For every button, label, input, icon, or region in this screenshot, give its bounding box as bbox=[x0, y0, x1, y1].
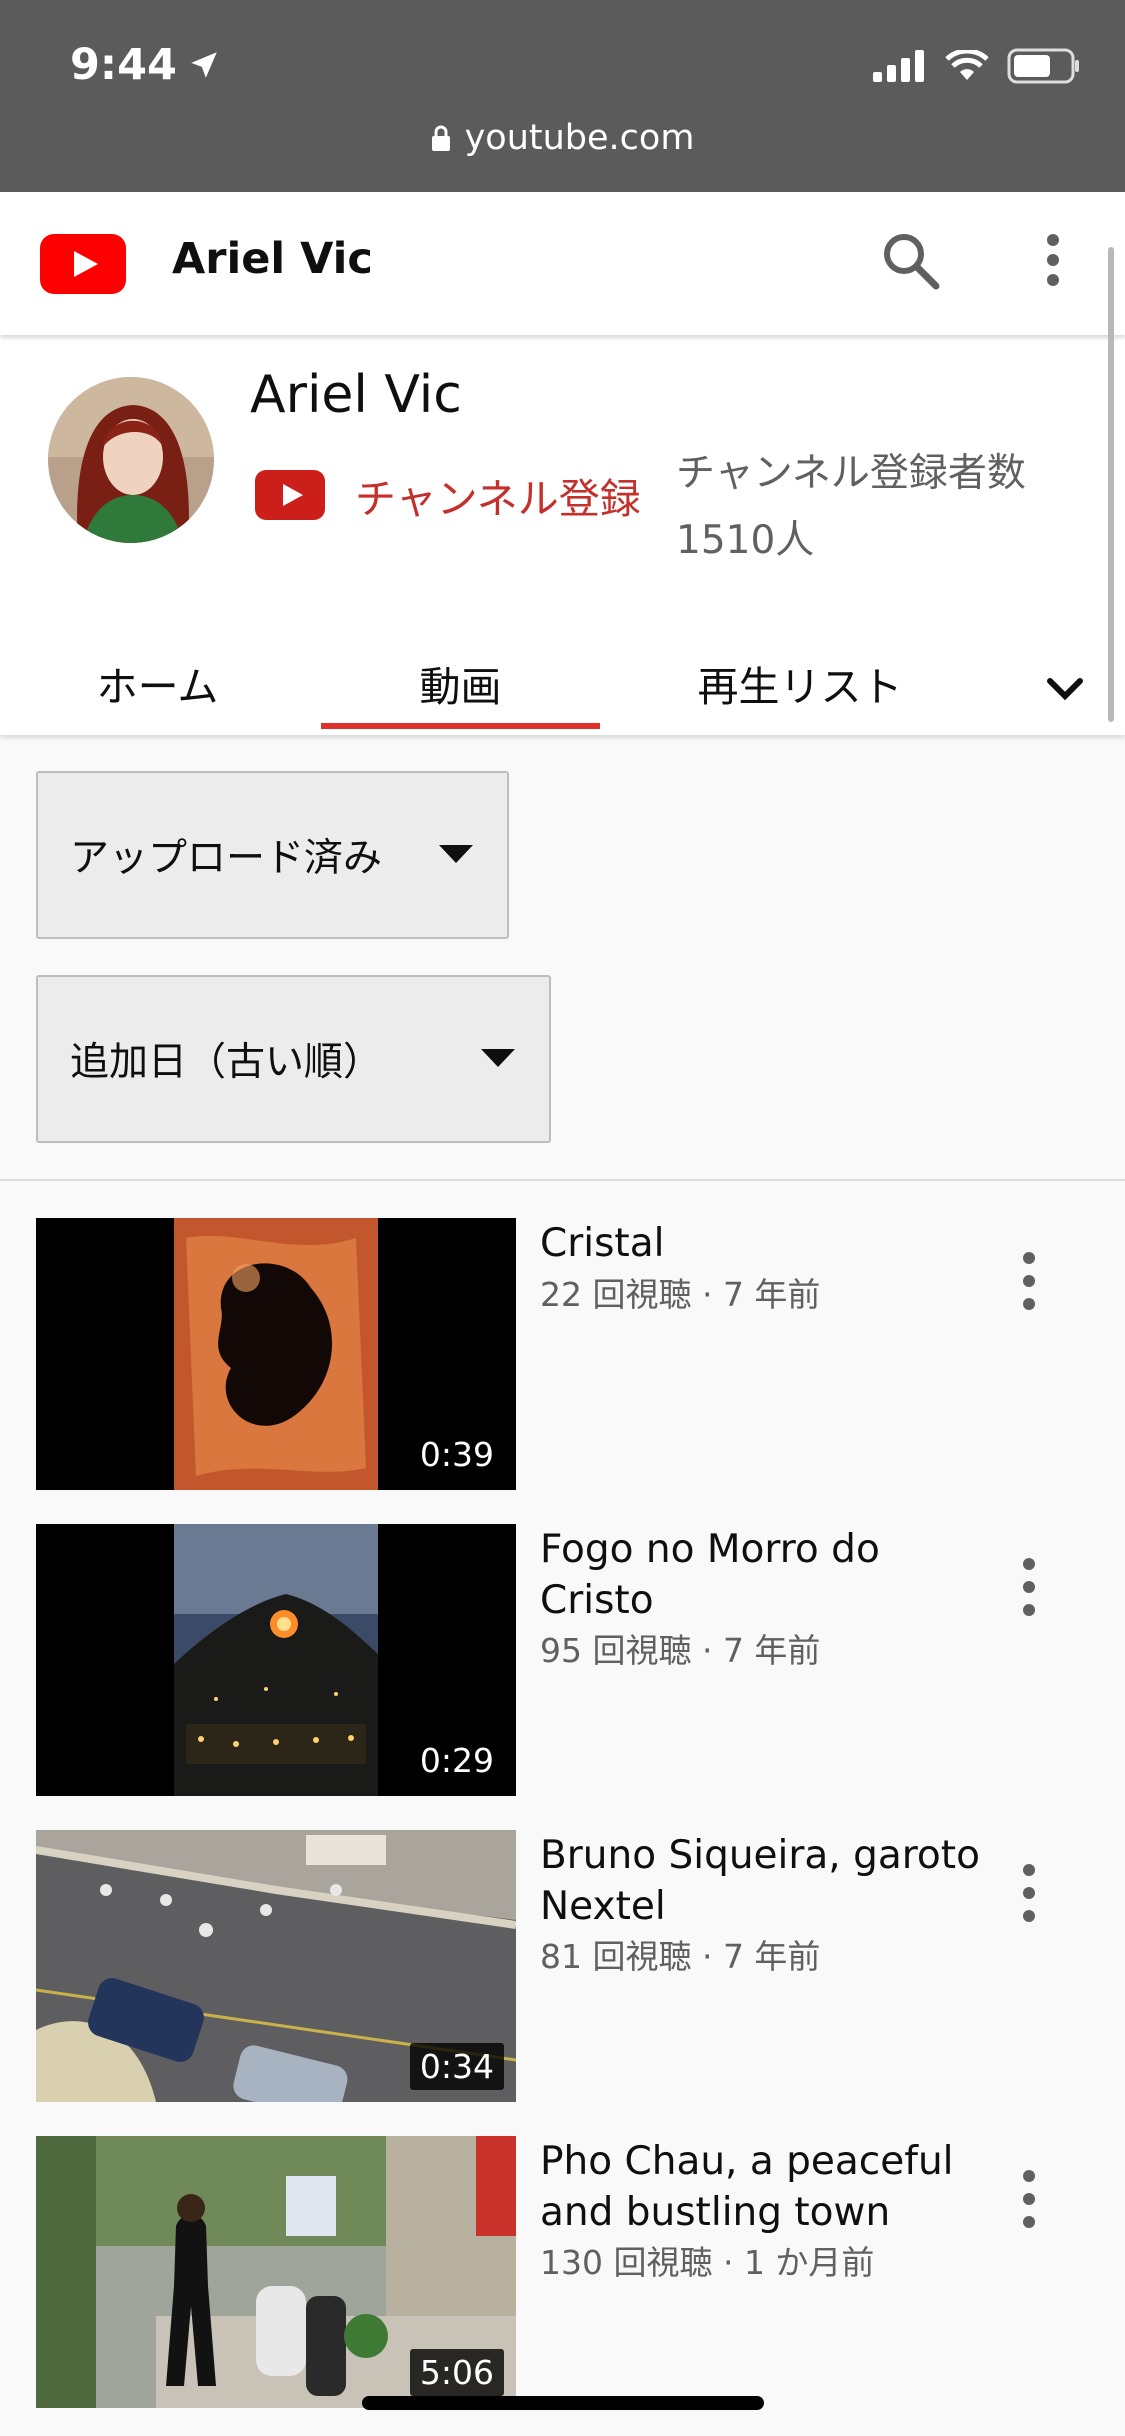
channel-name: Ariel Vic bbox=[250, 365, 462, 425]
video-item[interactable]: 0:34 Bruno Siqueira, garoto Nextel 81 回視… bbox=[0, 1830, 1125, 2102]
tab-label: ホーム bbox=[96, 663, 219, 711]
video-meta: 22 回視聴 · 7 年前 bbox=[540, 1275, 821, 1314]
youtube-header: Ariel Vic bbox=[0, 192, 1125, 335]
signal-icon bbox=[873, 50, 924, 82]
status-clock: 9:44 bbox=[70, 40, 221, 90]
video-meta: 81 回視聴 · 7 年前 bbox=[540, 1937, 821, 1976]
more-vert-icon[interactable] bbox=[1012, 2166, 1046, 2232]
more-vert-icon[interactable] bbox=[1012, 1860, 1046, 1926]
video-title[interactable]: Bruno Siqueira, garoto Nextel bbox=[540, 1830, 980, 1932]
dropdown-arrow-icon bbox=[439, 845, 473, 863]
subscriber-count: チャンネル登録者数 1510人 bbox=[676, 451, 1026, 563]
video-thumbnail[interactable]: 0:34 bbox=[36, 1830, 516, 2102]
video-title[interactable]: Fogo no Morro do Cristo bbox=[540, 1524, 980, 1626]
url-text: youtube.com bbox=[464, 118, 695, 158]
tab-label: 動画 bbox=[419, 663, 502, 711]
youtube-logo-icon[interactable] bbox=[40, 234, 126, 294]
location-arrow-icon bbox=[191, 52, 217, 78]
scrollbar[interactable] bbox=[1108, 247, 1114, 722]
video-item[interactable]: 0:29 Fogo no Morro do Cristo 95 回視聴 · 7 … bbox=[0, 1524, 1125, 1796]
battery-icon bbox=[1007, 48, 1079, 84]
video-item[interactable]: 5:06 Pho Chau, a peaceful and bustling t… bbox=[0, 2136, 1125, 2408]
video-duration: 5:06 bbox=[409, 2349, 504, 2396]
channel-header: Ariel Vic チャンネル登録 チャンネル登録者数 1510人 ホーム 動画… bbox=[0, 335, 1125, 735]
more-vert-icon[interactable] bbox=[1012, 1554, 1046, 1620]
sort-dropdown-label: 追加日（古い順） bbox=[70, 1040, 383, 1085]
search-icon[interactable] bbox=[878, 228, 942, 292]
video-meta: 95 回視聴 · 7 年前 bbox=[540, 1631, 821, 1670]
sort-dropdown[interactable]: 追加日（古い順） bbox=[36, 975, 551, 1143]
tab-label: 再生リスト bbox=[697, 663, 903, 711]
tab-playlists[interactable]: 再生リスト bbox=[660, 625, 940, 735]
video-thumbnail[interactable]: 0:39 bbox=[36, 1218, 516, 1490]
uploads-dropdown-label: アップロード済み bbox=[70, 836, 383, 881]
video-duration: 0:39 bbox=[409, 1431, 504, 1478]
chevron-down-icon[interactable] bbox=[1042, 665, 1088, 711]
browser-top-bar: 9:44 youtube.com bbox=[0, 0, 1125, 192]
video-meta: 130 回視聴 · 1 か月前 bbox=[540, 2243, 875, 2282]
status-time: 9:44 bbox=[70, 40, 177, 90]
video-thumbnail[interactable]: 0:29 bbox=[36, 1524, 516, 1796]
home-indicator[interactable] bbox=[362, 2396, 764, 2410]
header-title: Ariel Vic bbox=[172, 234, 373, 284]
video-thumbnail[interactable]: 5:06 bbox=[36, 2136, 516, 2408]
youtube-logo-icon bbox=[255, 470, 325, 520]
dropdown-arrow-icon bbox=[481, 1049, 515, 1067]
video-title[interactable]: Pho Chau, a peaceful and bustling town bbox=[540, 2136, 980, 2238]
subscribe-button[interactable]: チャンネル登録 bbox=[255, 465, 641, 525]
video-duration: 0:34 bbox=[409, 2043, 504, 2090]
tab-home[interactable]: ホーム bbox=[40, 625, 275, 735]
channel-tabs: ホーム 動画 再生リスト bbox=[0, 625, 1125, 735]
lock-icon bbox=[431, 125, 450, 151]
wifi-icon bbox=[945, 50, 989, 80]
status-icons bbox=[873, 48, 1081, 84]
avatar[interactable] bbox=[48, 377, 214, 543]
video-title[interactable]: Cristal bbox=[540, 1218, 980, 1269]
video-duration: 0:29 bbox=[409, 1737, 504, 1784]
tab-videos[interactable]: 動画 bbox=[321, 625, 600, 735]
divider bbox=[0, 1179, 1125, 1181]
more-vert-icon[interactable] bbox=[1012, 1248, 1046, 1314]
uploads-dropdown[interactable]: アップロード済み bbox=[36, 771, 509, 939]
more-vert-icon[interactable] bbox=[1038, 228, 1068, 292]
address-bar[interactable]: youtube.com bbox=[0, 118, 1125, 158]
subscribe-label: チャンネル登録 bbox=[355, 475, 641, 523]
video-item[interactable]: 0:39 Cristal 22 回視聴 · 7 年前 bbox=[0, 1218, 1125, 1490]
